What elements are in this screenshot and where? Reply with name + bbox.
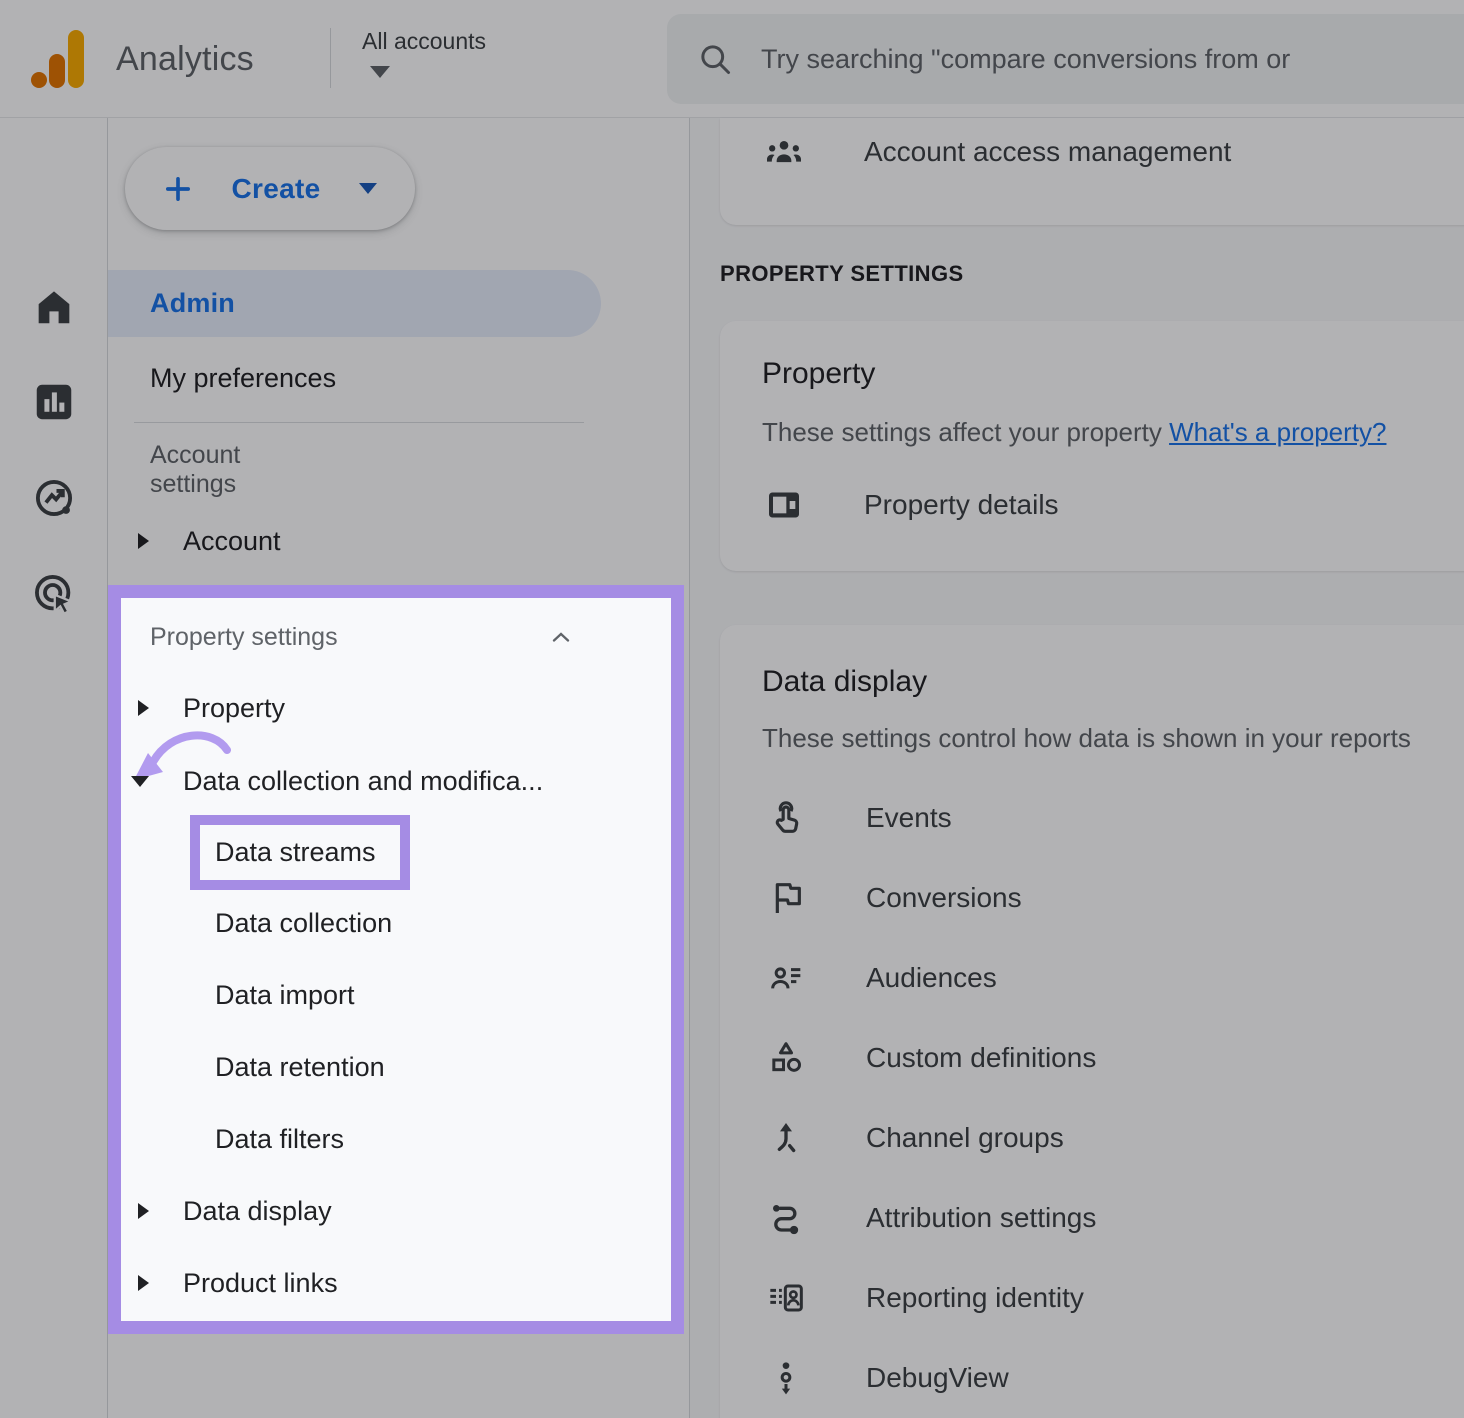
data-display-label: Data display — [183, 1196, 332, 1227]
data-streams-label: Data streams — [215, 837, 376, 868]
sidebar-section-property-settings[interactable]: Property settings — [121, 606, 671, 668]
collapse-triangle-icon[interactable] — [131, 776, 149, 787]
sidebar-item-data-retention[interactable]: Data retention — [121, 1036, 671, 1098]
sidebar-item-data-display[interactable]: Data display — [121, 1180, 671, 1242]
sidebar-item-data-import[interactable]: Data import — [121, 964, 671, 1026]
property-settings-highlight-box: Property settings Property Data collecti… — [108, 585, 684, 1334]
data-collection-label: Data collection — [215, 908, 392, 939]
sidebar-item-product-links[interactable]: Product links — [121, 1252, 671, 1314]
sidebar-item-data-collection-modification[interactable]: Data collection and modifica... — [121, 750, 671, 812]
sidebar-item-data-collection[interactable]: Data collection — [121, 892, 671, 954]
expand-triangle-icon[interactable] — [138, 1275, 149, 1291]
expand-triangle-icon[interactable] — [138, 1203, 149, 1219]
chevron-up-icon[interactable] — [549, 626, 573, 650]
product-links-label: Product links — [183, 1268, 338, 1299]
sidebar-item-data-streams[interactable]: Data streams — [190, 815, 410, 890]
property-label: Property — [183, 693, 285, 724]
property-settings-label: Property settings — [150, 623, 338, 652]
data-import-label: Data import — [215, 980, 355, 1011]
ga-admin-screen: Analytics All accounts — [0, 0, 1464, 1418]
data-collection-parent-label: Data collection and modifica... — [183, 766, 543, 797]
sidebar-item-data-filters[interactable]: Data filters — [121, 1108, 671, 1170]
expand-triangle-icon[interactable] — [138, 700, 149, 716]
data-retention-label: Data retention — [215, 1052, 385, 1083]
data-filters-label: Data filters — [215, 1124, 344, 1155]
